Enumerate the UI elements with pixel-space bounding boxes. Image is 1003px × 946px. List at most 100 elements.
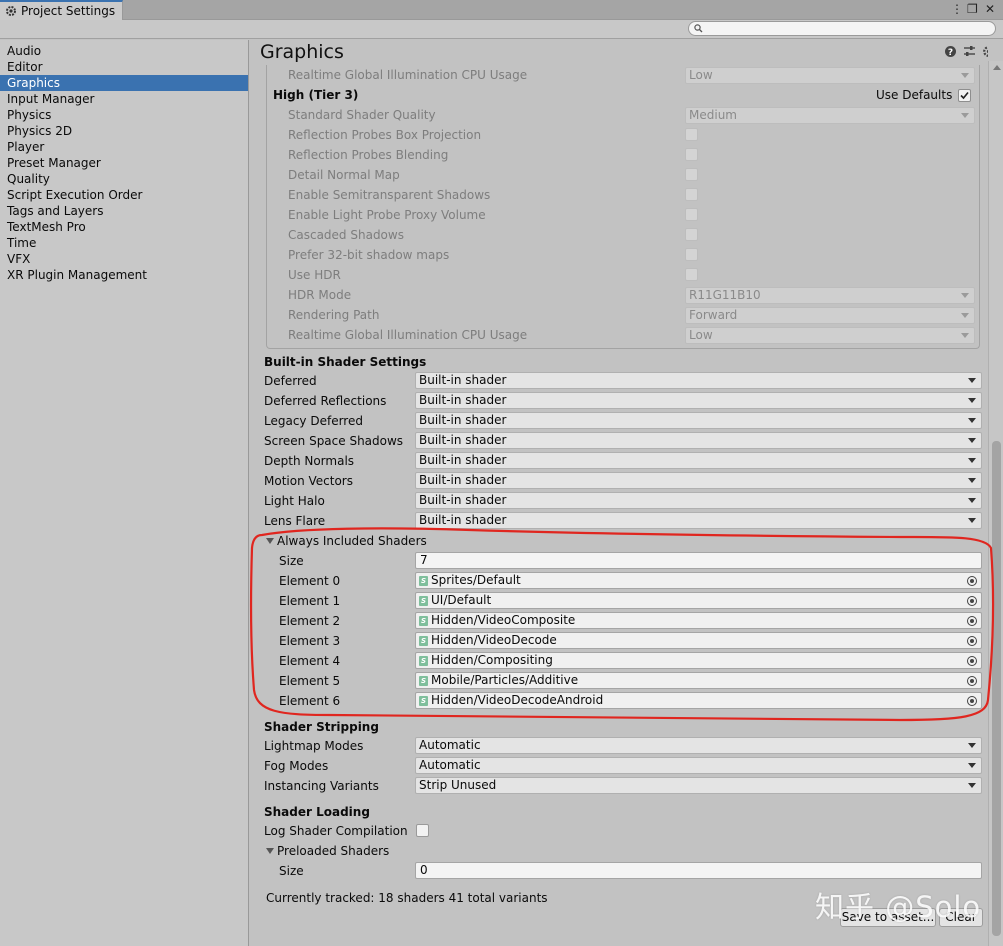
reflection-blending-checkbox[interactable] — [685, 148, 698, 161]
header-icons: ? — [944, 45, 988, 58]
element-4-field[interactable]: S Hidden/Compositing — [415, 652, 982, 669]
use-defaults-label: Use Defaults — [876, 88, 953, 102]
vertical-scrollbar[interactable] — [988, 61, 1003, 946]
sidebar-item-tags-and-layers[interactable]: Tags and Layers — [0, 203, 248, 219]
object-picker-icon[interactable] — [967, 636, 977, 646]
dropdown-value: Built-in shader — [419, 373, 507, 387]
shader-name: Hidden/Compositing — [431, 653, 553, 667]
element-3-field[interactable]: S Hidden/VideoDecode — [415, 632, 982, 649]
maximize-icon[interactable]: ❐ — [967, 2, 978, 16]
cascaded-shadows-checkbox[interactable] — [685, 228, 698, 241]
reflection-box-projection-checkbox[interactable] — [685, 128, 698, 141]
light-halo-dropdown[interactable]: Built-in shader — [415, 492, 982, 509]
element-1-field[interactable]: S UI/Default — [415, 592, 982, 609]
element-2-label: Element 2 — [279, 614, 341, 628]
page-title: Graphics — [260, 41, 344, 63]
sidebar-item-audio[interactable]: Audio — [0, 43, 248, 59]
element-3-label: Element 3 — [279, 634, 341, 648]
sidebar-item-textmesh-pro[interactable]: TextMesh Pro — [0, 219, 248, 235]
sidebar-item-time[interactable]: Time — [0, 235, 248, 251]
log-shader-compilation-checkbox[interactable] — [416, 824, 429, 837]
hdr-mode-dropdown[interactable]: R11G11B10 — [685, 287, 975, 304]
element-5-field[interactable]: S Mobile/Particles/Additive — [415, 672, 982, 689]
sidebar-item-editor[interactable]: Editor — [0, 59, 248, 75]
sidebar-item-input-manager[interactable]: Input Manager — [0, 91, 248, 107]
scroll-up-arrow-icon[interactable] — [993, 65, 1001, 70]
element-6-field[interactable]: S Hidden/VideoDecodeAndroid — [415, 692, 982, 709]
object-picker-icon[interactable] — [967, 696, 977, 706]
sidebar-item-physics[interactable]: Physics — [0, 107, 248, 123]
object-picker-icon[interactable] — [967, 616, 977, 626]
always-included-size-field[interactable]: 7 — [415, 552, 982, 569]
foldout-arrow-icon[interactable] — [266, 538, 274, 544]
chevron-down-icon — [968, 518, 976, 523]
standard-shader-quality-dropdown[interactable]: Medium — [685, 107, 975, 124]
sidebar: Audio Editor Graphics Input Manager Phys… — [0, 40, 249, 946]
object-picker-icon[interactable] — [967, 676, 977, 686]
dropdown-value: Forward — [689, 308, 738, 322]
rendering-path-dropdown[interactable]: Forward — [685, 307, 975, 324]
instancing-variants-dropdown[interactable]: Strip Unused — [415, 777, 982, 794]
sidebar-item-preset-manager[interactable]: Preset Manager — [0, 155, 248, 171]
light-probe-proxy-label: Enable Light Probe Proxy Volume — [288, 208, 486, 222]
sidebar-item-graphics[interactable]: Graphics — [0, 75, 248, 91]
preset-icon[interactable] — [963, 45, 976, 58]
sidebar-item-script-execution-order[interactable]: Script Execution Order — [0, 187, 248, 203]
more-menu-icon[interactable]: ⋮ — [951, 2, 963, 16]
reflection-blending-label: Reflection Probes Blending — [288, 148, 449, 162]
graphics-panel: Graphics ? Realtime Global Illumination … — [250, 40, 988, 946]
depth-normals-dropdown[interactable]: Built-in shader — [415, 452, 982, 469]
instancing-variants-label: Instancing Variants — [264, 779, 379, 793]
search-input[interactable] — [688, 21, 996, 36]
chevron-down-icon — [961, 293, 969, 298]
sidebar-item-physics-2d[interactable]: Physics 2D — [0, 123, 248, 139]
fog-modes-dropdown[interactable]: Automatic — [415, 757, 982, 774]
lightmap-modes-dropdown[interactable]: Automatic — [415, 737, 982, 754]
deferred-dropdown[interactable]: Built-in shader — [415, 372, 982, 389]
light-probe-proxy-checkbox[interactable] — [685, 208, 698, 221]
element-0-field[interactable]: S Sprites/Default — [415, 572, 982, 589]
motion-vectors-dropdown[interactable]: Built-in shader — [415, 472, 982, 489]
chevron-down-icon — [968, 418, 976, 423]
semitransparent-shadows-checkbox[interactable] — [685, 188, 698, 201]
object-picker-icon[interactable] — [967, 576, 977, 586]
svg-text:?: ? — [948, 48, 953, 58]
foldout-arrow-icon[interactable] — [266, 848, 274, 854]
hdr-mode-label: HDR Mode — [288, 288, 352, 302]
object-picker-icon[interactable] — [967, 596, 977, 606]
sidebar-item-xr-plugin-management[interactable]: XR Plugin Management — [0, 267, 248, 283]
prefer-32bit-shadow-checkbox[interactable] — [685, 248, 698, 261]
detail-normal-map-checkbox[interactable] — [685, 168, 698, 181]
element-2-field[interactable]: S Hidden/VideoComposite — [415, 612, 982, 629]
log-shader-compilation-label: Log Shader Compilation — [264, 824, 408, 838]
preloaded-size-field[interactable]: 0 — [415, 862, 982, 879]
dropdown-value: Automatic — [419, 758, 481, 772]
cascaded-shadows-label: Cascaded Shadows — [288, 228, 404, 242]
sidebar-item-vfx[interactable]: VFX — [0, 251, 248, 267]
deferred-reflections-dropdown[interactable]: Built-in shader — [415, 392, 982, 409]
tab-project-settings[interactable]: Project Settings — [0, 0, 123, 20]
preloaded-shaders-title[interactable]: Preloaded Shaders — [277, 841, 389, 861]
dropdown-value: Built-in shader — [419, 473, 507, 487]
dropdown-value: R11G11B10 — [689, 288, 761, 302]
screen-space-shadows-dropdown[interactable]: Built-in shader — [415, 432, 982, 449]
always-included-shaders-title[interactable]: Always Included Shaders — [277, 531, 427, 551]
chevron-down-icon — [968, 498, 976, 503]
close-icon[interactable]: ✕ — [985, 2, 995, 16]
use-hdr-checkbox[interactable] — [685, 268, 698, 281]
gi-cpu-usage-dropdown[interactable]: Low — [685, 327, 975, 344]
chevron-down-icon — [968, 783, 976, 788]
settings-icon[interactable] — [982, 45, 988, 58]
sidebar-item-quality[interactable]: Quality — [0, 171, 248, 187]
element-1-label: Element 1 — [279, 594, 341, 608]
lens-flare-dropdown[interactable]: Built-in shader — [415, 512, 982, 529]
legacy-deferred-dropdown[interactable]: Built-in shader — [415, 412, 982, 429]
sidebar-item-player[interactable]: Player — [0, 139, 248, 155]
help-icon[interactable]: ? — [944, 45, 957, 58]
dropdown-value: Built-in shader — [419, 493, 507, 507]
dropdown-value: Built-in shader — [419, 413, 507, 427]
scrollbar-thumb[interactable] — [992, 441, 1001, 936]
use-defaults-checkbox[interactable] — [958, 89, 971, 102]
object-picker-icon[interactable] — [967, 656, 977, 666]
prev-gi-cpu-dropdown[interactable]: Low — [685, 67, 975, 84]
